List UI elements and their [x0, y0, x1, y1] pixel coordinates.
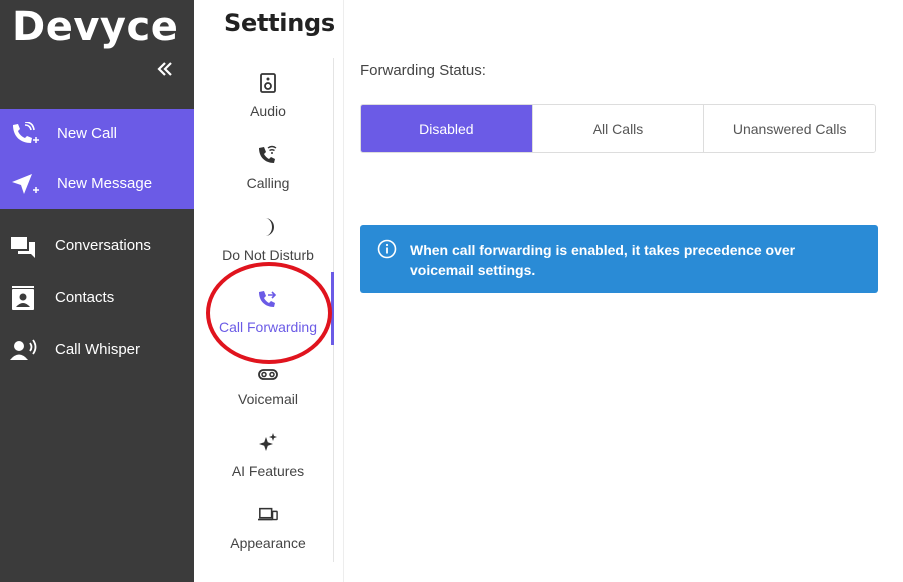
settings-item-call-forwarding[interactable]: Call Forwarding — [194, 274, 342, 346]
settings-item-label: AI Features — [231, 463, 305, 479]
option-unanswered-calls-button[interactable]: Unanswered Calls — [704, 105, 875, 152]
main-sidebar: Devyce New Call New Message Conversation… — [0, 0, 194, 582]
info-alert: When call forwarding is enabled, it take… — [360, 225, 878, 293]
sidebar-item-contacts[interactable]: Contacts — [0, 273, 194, 323]
settings-item-label: Audio — [250, 103, 286, 119]
send-plus-icon — [12, 174, 39, 194]
phone-forward-icon — [259, 291, 277, 307]
page-divider — [343, 0, 344, 582]
settings-item-label: Appearance — [230, 535, 306, 551]
phone-plus-icon — [13, 122, 39, 143]
forwarding-status-label: Forwarding Status: — [360, 62, 486, 79]
settings-item-label: Call Forwarding — [218, 319, 318, 335]
forwarding-status-toggle: Disabled All Calls Unanswered Calls — [360, 104, 876, 153]
settings-item-label: Do Not Disturb — [222, 247, 314, 263]
chat-icon — [11, 237, 35, 258]
settings-item-audio[interactable]: Audio — [194, 58, 342, 130]
double-chevron-left-icon[interactable] — [154, 58, 176, 80]
contact-card-icon — [12, 286, 34, 310]
voicemail-icon — [258, 369, 278, 380]
settings-item-ai-features[interactable]: AI Features — [194, 418, 342, 490]
speaker-icon — [260, 73, 276, 93]
sidebar-item-label: Call Whisper — [55, 341, 141, 358]
settings-item-do-not-disturb[interactable]: Do Not Disturb — [194, 202, 342, 274]
sidebar-item-call-whisper[interactable]: Call Whisper — [0, 325, 194, 375]
phone-wifi-icon — [259, 145, 277, 163]
app-logo: Devyce — [12, 4, 179, 50]
option-all-calls-button[interactable]: All Calls — [532, 105, 705, 152]
sidebar-item-label: Contacts — [55, 289, 115, 306]
devices-icon — [258, 507, 278, 521]
sidebar-item-label: Conversations — [55, 237, 151, 254]
new-message-label: New Message — [57, 175, 153, 192]
new-message-button[interactable]: New Message — [0, 159, 194, 209]
settings-item-appearance[interactable]: Appearance — [194, 490, 342, 562]
new-call-button[interactable]: New Call — [0, 109, 194, 159]
moon-icon — [265, 218, 274, 236]
settings-title: Settings — [224, 9, 335, 37]
option-disabled-button[interactable]: Disabled — [361, 105, 533, 152]
settings-item-voicemail[interactable]: Voicemail — [194, 346, 342, 418]
sidebar-item-conversations[interactable]: Conversations — [0, 221, 194, 271]
info-alert-text: When call forwarding is enabled, it take… — [410, 242, 796, 278]
info-icon — [377, 239, 397, 259]
user-voice-icon — [10, 339, 37, 360]
settings-item-label: Calling — [246, 175, 290, 191]
settings-item-label: Voicemail — [238, 391, 298, 407]
settings-item-calling[interactable]: Calling — [194, 130, 342, 202]
new-call-label: New Call — [57, 125, 118, 142]
sparkles-icon — [259, 433, 277, 451]
